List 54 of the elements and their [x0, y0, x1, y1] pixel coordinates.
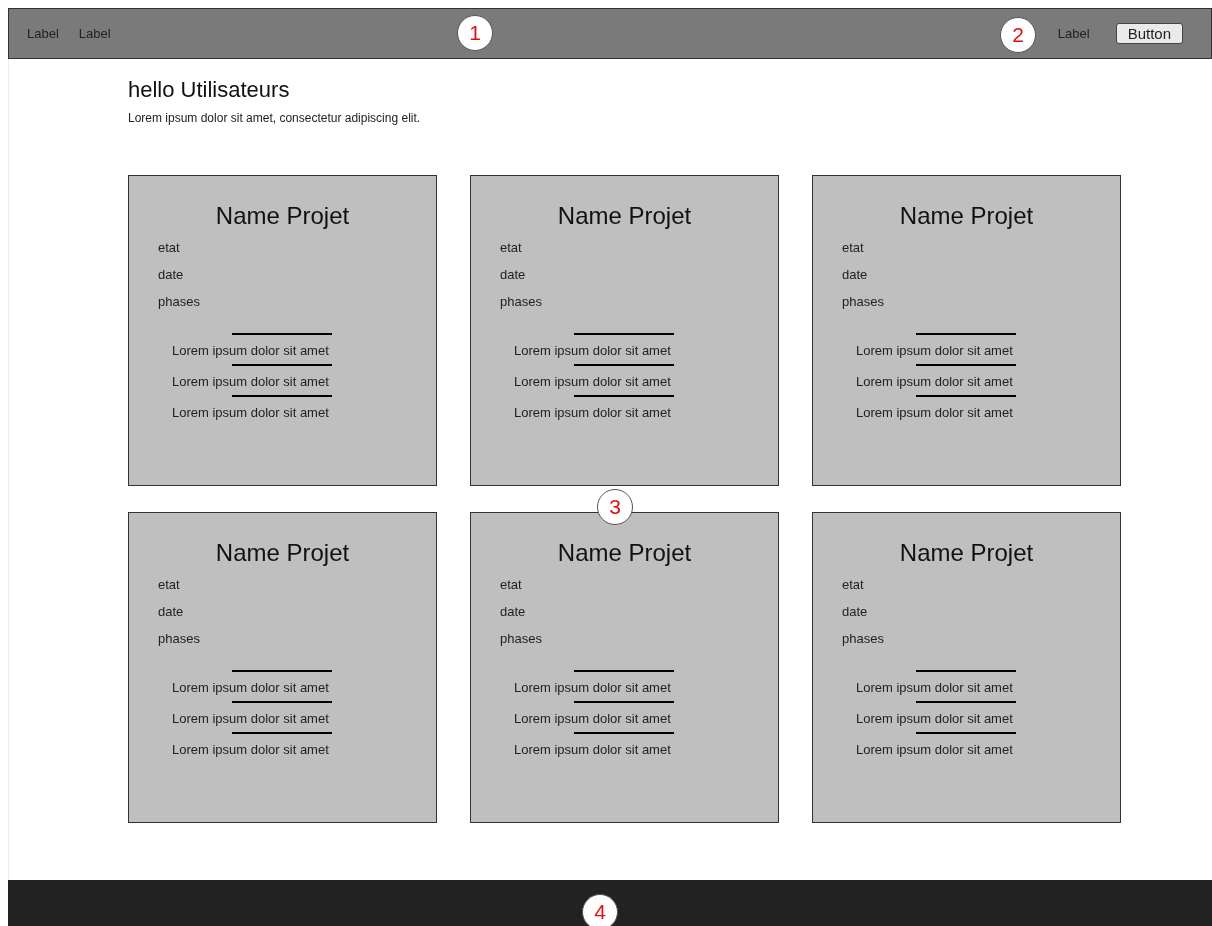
project-field: etat	[842, 577, 1120, 592]
project-line: Lorem ipsum dolor sit amet	[514, 710, 671, 728]
project-field: date	[500, 267, 778, 282]
page-title: hello Utilisateurs	[128, 77, 291, 103]
project-field: etat	[500, 577, 778, 592]
project-line: Lorem ipsum dolor sit amet	[172, 373, 329, 391]
project-name: Name Projet	[556, 202, 693, 230]
project-card[interactable]: Name Projet etat date phases Lorem ipsum dolor sit amet Lorem ipsum dolor sit amet Lorem ipsum dolor sit amet	[470, 175, 779, 486]
project-line: Lorem ipsum dolor sit amet	[514, 741, 671, 757]
project-name: Name Projet	[898, 539, 1035, 567]
project-name: Name Projet	[898, 202, 1035, 230]
page-subtitle: Lorem ipsum dolor sit amet, consectetur adipiscing elit.	[128, 111, 422, 125]
project-line: Lorem ipsum dolor sit amet	[172, 741, 329, 757]
top-button[interactable]: Button	[1115, 23, 1183, 44]
project-name: Name Projet	[556, 539, 693, 567]
project-card[interactable]: Name Projet etat date phases Lorem ipsum dolor sit amet Lorem ipsum dolor sit amet Lorem ipsum dolor sit amet	[812, 512, 1121, 823]
project-name: Name Projet	[214, 539, 351, 567]
project-field: phases	[158, 631, 436, 646]
project-line: Lorem ipsum dolor sit amet	[856, 373, 1013, 391]
project-field: etat	[158, 577, 436, 592]
nav-label[interactable]: Label	[27, 26, 59, 41]
project-field: phases	[842, 294, 1120, 309]
project-line: Lorem ipsum dolor sit amet	[172, 342, 329, 360]
project-line: Lorem ipsum dolor sit amet	[514, 404, 671, 420]
project-field: date	[500, 604, 778, 619]
project-field: phases	[500, 294, 778, 309]
project-field: etat	[158, 240, 436, 255]
project-field: date	[158, 267, 436, 282]
project-field: phases	[158, 294, 436, 309]
project-line: Lorem ipsum dolor sit amet	[856, 404, 1013, 420]
project-field: date	[842, 604, 1120, 619]
project-line: Lorem ipsum dolor sit amet	[514, 679, 671, 697]
project-field: etat	[842, 240, 1120, 255]
project-field: phases	[500, 631, 778, 646]
project-name: Name Projet	[214, 202, 351, 230]
project-field: date	[842, 267, 1120, 282]
project-line: Lorem ipsum dolor sit amet	[172, 404, 329, 420]
project-card[interactable]: Name Projet etat date phases Lorem ipsum dolor sit amet Lorem ipsum dolor sit amet Lorem ipsum dolor sit amet	[128, 175, 437, 486]
project-line: Lorem ipsum dolor sit amet	[856, 679, 1013, 697]
project-line: Lorem ipsum dolor sit amet	[172, 679, 329, 697]
project-field: phases	[842, 631, 1120, 646]
project-line: Lorem ipsum dolor sit amet	[514, 373, 671, 391]
project-line: Lorem ipsum dolor sit amet	[856, 342, 1013, 360]
project-card[interactable]: Name Projet etat date phases Lorem ipsum dolor sit amet Lorem ipsum dolor sit amet Lorem ipsum dolor sit amet	[812, 175, 1121, 486]
nav-label[interactable]: Label	[78, 26, 111, 41]
project-field: etat	[500, 240, 778, 255]
callout-marker: 3	[597, 489, 633, 525]
nav-label[interactable]: Label	[1057, 26, 1090, 41]
project-field: date	[158, 604, 436, 619]
project-line: Lorem ipsum dolor sit amet	[856, 710, 1013, 728]
project-card[interactable]: Name Projet etat date phases Lorem ipsum dolor sit amet Lorem ipsum dolor sit amet Lorem ipsum dolor sit amet	[128, 512, 437, 823]
project-line: Lorem ipsum dolor sit amet	[514, 342, 671, 360]
project-line: Lorem ipsum dolor sit amet	[172, 710, 329, 728]
project-line: Lorem ipsum dolor sit amet	[856, 741, 1013, 757]
